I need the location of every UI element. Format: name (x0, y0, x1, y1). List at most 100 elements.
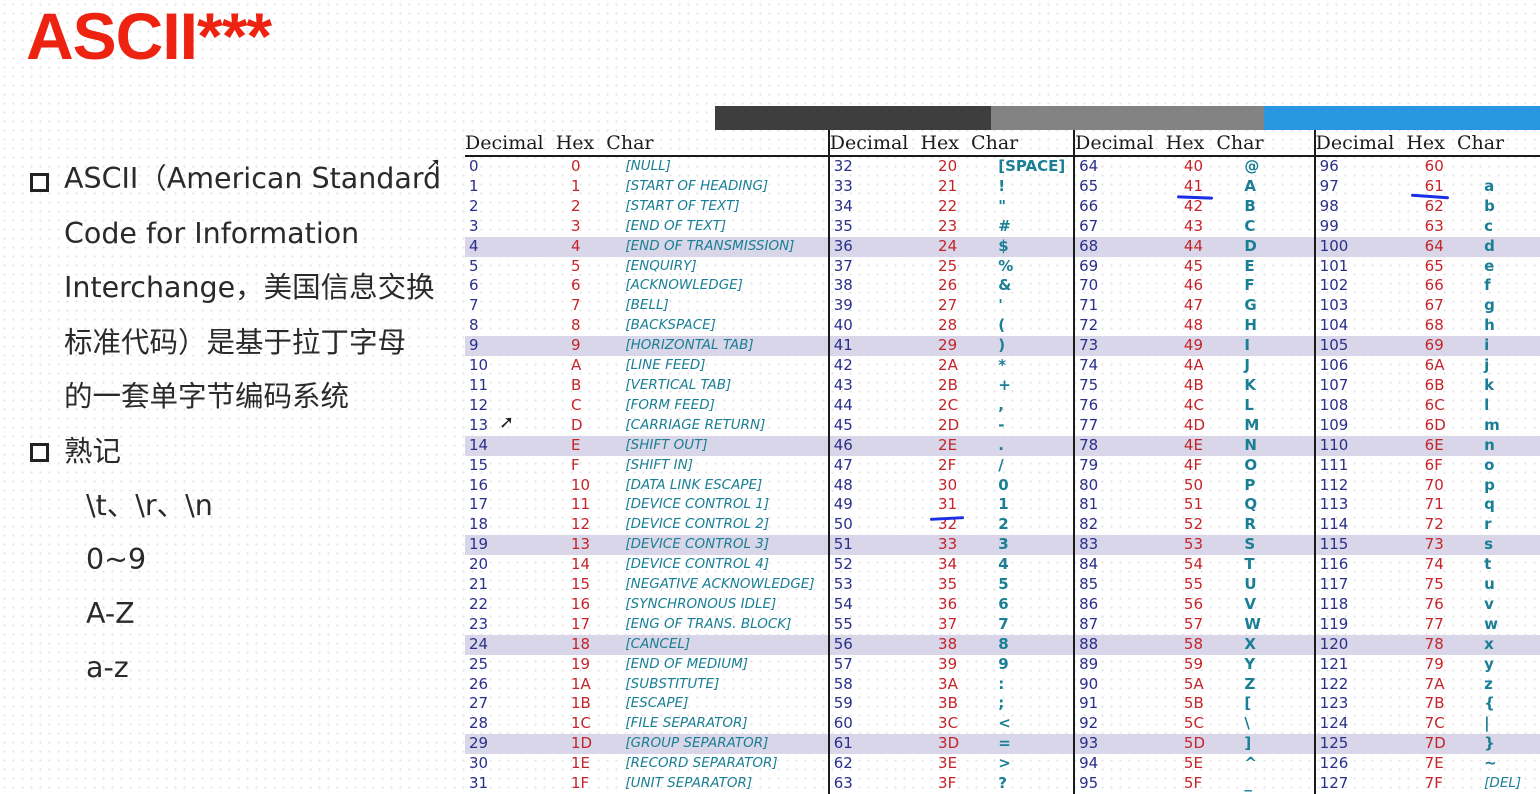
cell-char: [FILE SEPARATOR] (625, 715, 748, 732)
subitem-escapes: \t、\r、\n (86, 488, 213, 522)
cell-char: R (1244, 515, 1256, 534)
cell-char: G (1244, 296, 1257, 315)
cell-char: ! (998, 176, 1006, 195)
cell-dec: 14 (465, 435, 571, 456)
column-group-header: Decimal Hex Char (1073, 130, 1315, 157)
subitem-uppercase: A-Z (86, 596, 135, 630)
cell-hex: 27 (938, 296, 958, 315)
cell-dec: 30 (469, 754, 489, 773)
cell-hex: 3E (938, 754, 958, 773)
cell-dec: 63 (827, 774, 939, 794)
cell-hex: E (571, 435, 626, 456)
cell-dec: 25 (469, 654, 489, 673)
cell-dec: 52 (827, 555, 939, 576)
cell-dec: 118 (1313, 594, 1425, 615)
cell-char: [LINE FEED] (625, 357, 706, 374)
table-row: 17 11 [DEVICE CONTROL 1] 49 31 1 81 51 Q 113 71 q (465, 495, 1540, 516)
cell-dec: 91 (1073, 694, 1184, 715)
cell-dec: 116 (1313, 555, 1425, 576)
cell-char: s (1484, 535, 1540, 556)
cell-hex: 54 (1183, 555, 1204, 574)
cell-char: [RECORD SEPARATOR] (625, 755, 778, 772)
cell-char: S (1244, 535, 1315, 556)
cell-hex: F (571, 455, 580, 474)
cell-hex: 3F (938, 774, 957, 793)
cell-char: T (1244, 555, 1255, 574)
cell-hex: 69 (1424, 336, 1485, 357)
table-row: 30 1E [RECORD SEPARATOR] 62 3E >94 5E ^ 126 7E ~ (465, 754, 1540, 775)
cell-hex: 74 (1424, 555, 1444, 574)
cell-hex: 62 (1424, 196, 1444, 215)
cell-dec: 78 (1073, 435, 1184, 456)
cell-hex: 55 (1183, 575, 1204, 594)
cell-hex: 38 (938, 634, 999, 655)
cell-dec: 85 (1073, 575, 1184, 595)
cell-char: [DEVICE CONTROL 4] (625, 556, 770, 573)
cell-dec: 39 (827, 296, 939, 317)
cell-hex: 5B (1183, 694, 1204, 713)
memorize-subitems: \t、\r、\n 0~9 A-Z a-z (28, 479, 458, 695)
cell-char: ? (998, 774, 1007, 793)
cell-char: w (1484, 614, 1499, 633)
table-header-row: Decimal Hex Char Decimal Hex Char Decima… (465, 130, 1540, 157)
cell-hex: 68 (1424, 316, 1444, 335)
cell-char: [FORM FEED] (625, 396, 715, 413)
cell-char: { (1484, 694, 1495, 713)
column-group-header: Decimal Hex Char (1313, 130, 1540, 157)
cell-char: c (1484, 216, 1494, 235)
cell-hex: A (571, 356, 582, 375)
cell-dec: 47 (827, 455, 939, 476)
cell-hex: 4 (571, 236, 626, 257)
cell-hex: 7E (1424, 754, 1444, 773)
cell-char: [DATA LINK ESCAPE] (625, 476, 763, 493)
bullet-list: ASCII（American Standard Code for Informa… (28, 150, 458, 695)
cell-hex: 28 (938, 316, 958, 335)
cell-dec: 94 (1073, 754, 1184, 775)
cell-hex: 52 (1183, 515, 1204, 534)
cell-char: 7 (998, 614, 1009, 633)
cell-char: + (998, 375, 1011, 394)
cell-hex: 16 (571, 594, 591, 613)
cell-hex: 57 (1183, 614, 1204, 633)
cell-char: [ENG OF TRANS. BLOCK] (625, 615, 792, 632)
cell-hex: 42 (1183, 196, 1204, 215)
cell-char: [ (1244, 694, 1252, 713)
cell-char: v (1484, 594, 1494, 613)
cell-char: [NEGATIVE ACKNOWLEDGE] (625, 576, 815, 593)
cell-char: 5 (998, 575, 1009, 594)
cell-dec: 5 (469, 256, 479, 275)
cell-hex: 79 (1424, 654, 1444, 673)
cell-dec: 4 (465, 236, 571, 257)
cell-dec: 89 (1073, 654, 1184, 675)
table-row: 3 3 [END OF TEXT] 35 23 #67 43 C 99 63 c (465, 216, 1540, 237)
cell-char: _ (1244, 774, 1252, 793)
cell-char: L (1244, 395, 1254, 414)
cell-char: t (1484, 555, 1492, 574)
cell-dec: 9 (465, 336, 571, 357)
cell-char: [END OF MEDIUM] (625, 655, 749, 672)
cell-char: [CARRIAGE RETURN] (625, 416, 766, 433)
cell-dec: 7 (469, 296, 479, 315)
cell-hex: 1C (571, 714, 592, 733)
cell-dec: 0 (469, 157, 479, 175)
cell-dec: 16 (469, 475, 489, 494)
bullet-line: ASCII（American Standard (64, 162, 442, 195)
cell-hex: 64 (1424, 236, 1485, 257)
cell-hex: 71 (1424, 495, 1444, 514)
table-row: 7 7 [BELL] 39 27 ' 71 47 G 103 67 g (465, 296, 1540, 317)
cell-hex: 0 (571, 157, 581, 175)
cell-hex: 59 (1183, 654, 1204, 673)
cell-char: y (1484, 654, 1494, 673)
decorative-bar-gray (991, 106, 1264, 130)
cell-dec: 6 (469, 276, 479, 295)
cell-hex: 2E (938, 435, 999, 456)
cell-hex: 25 (938, 256, 958, 275)
cell-char: [ENQUIRY] (625, 257, 697, 274)
cell-char: U (1244, 575, 1257, 594)
cell-dec: 31 (469, 774, 489, 793)
column-group-header: Decimal Hex Char (465, 130, 829, 157)
cell-char: X (1244, 634, 1315, 655)
cell-char: C (1244, 216, 1256, 235)
cell-dec: 80 (1073, 475, 1184, 496)
table-row: 1 1 [START OF HEADING] 33 21! 65 41 A 97 61 a (465, 176, 1540, 197)
